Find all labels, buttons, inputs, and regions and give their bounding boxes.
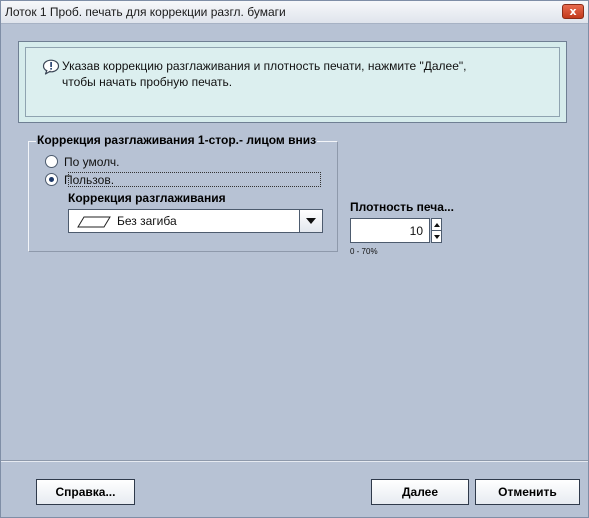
close-icon: x: [569, 5, 577, 18]
arrow-down-icon: [433, 234, 440, 239]
radio-custom-button[interactable]: [45, 173, 58, 186]
arrow-up-icon: [433, 222, 440, 227]
radio-default[interactable]: По умолч.: [45, 154, 119, 169]
density-value: 10: [409, 224, 423, 238]
close-button[interactable]: x: [562, 4, 584, 19]
info-panel: Указав коррекцию разглаживания и плотнос…: [18, 41, 567, 123]
chat-info-icon: [42, 59, 60, 75]
density-spinner: [431, 218, 442, 243]
info-line-1: Указав коррекцию разглаживания и плотнос…: [62, 59, 467, 73]
info-message: Указав коррекцию разглаживания и плотнос…: [62, 58, 467, 90]
radio-default-label: По умолч.: [64, 154, 120, 169]
density-label: Плотность печа...: [350, 200, 454, 214]
help-button[interactable]: Справка...: [36, 479, 135, 505]
footer-separator: [1, 460, 588, 462]
correction-dropdown[interactable]: Без загиба: [68, 209, 323, 233]
chevron-down-icon: [306, 218, 316, 224]
correction-value: Без загиба: [117, 214, 177, 228]
dialog-window: Лоток 1 Проб. печать для коррекции разгл…: [0, 0, 589, 518]
density-decrement-button[interactable]: [432, 231, 441, 242]
decurl-group-title: Коррекция разглаживания 1-стор.- лицом в…: [36, 133, 318, 147]
density-range: 0 - 70%: [350, 247, 378, 256]
title-bar[interactable]: Лоток 1 Проб. печать для коррекции разгл…: [1, 1, 588, 24]
radio-default-button[interactable]: [45, 155, 58, 168]
dropdown-arrow-button[interactable]: [299, 210, 322, 232]
flat-sheet-icon: [77, 216, 111, 228]
correction-label: Коррекция разглаживания: [68, 191, 226, 205]
next-button[interactable]: Далее: [371, 479, 469, 505]
info-line-2: чтобы начать пробную печать.: [62, 75, 233, 89]
cancel-button[interactable]: Отменить: [475, 479, 580, 505]
info-panel-inner: Указав коррекцию разглаживания и плотнос…: [25, 47, 560, 117]
focus-rectangle: [68, 172, 321, 187]
density-input[interactable]: 10: [350, 218, 430, 243]
density-increment-button[interactable]: [432, 219, 441, 231]
window-title: Лоток 1 Проб. печать для коррекции разгл…: [5, 5, 286, 19]
